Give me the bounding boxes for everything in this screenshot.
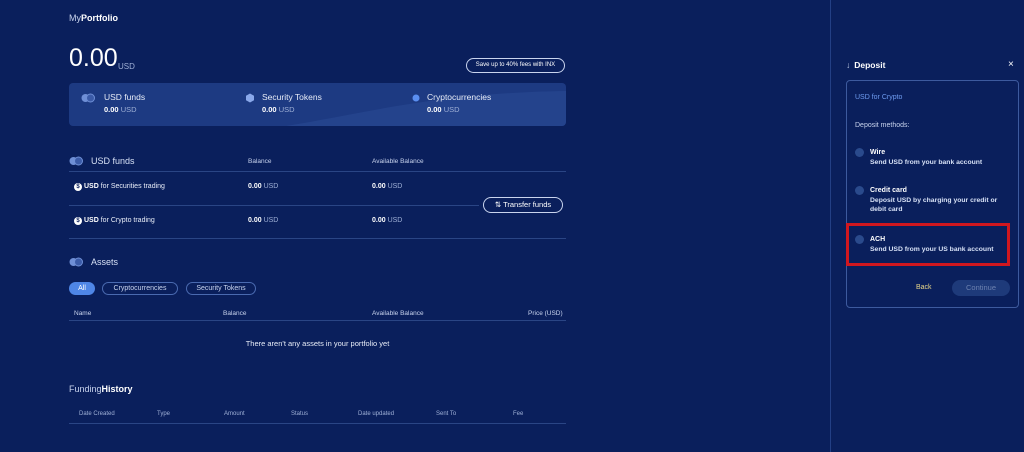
divider [69, 171, 566, 172]
summary-cryptocurrencies-value: 0.00 USD [427, 105, 460, 114]
history-col-fee: Fee [513, 411, 524, 417]
divider [69, 238, 566, 239]
assets-title: Assets [91, 257, 119, 267]
filter-all[interactable]: All [69, 282, 95, 295]
history-col-sent-to: Sent To [436, 411, 457, 417]
summary-card: USD funds 0.00 USD Security Tokens 0.00 … [69, 83, 566, 126]
usd-row-crypto-available: 0.00 USD [372, 217, 403, 224]
assets-empty-message: There aren't any assets in your portfoli… [245, 339, 390, 348]
history-col-type: Type [157, 411, 171, 417]
radio-credit-card[interactable] [855, 186, 864, 195]
coins-icon [69, 156, 83, 166]
dot-icon [412, 94, 420, 102]
summary-security-tokens-label: Security Tokens [262, 92, 322, 102]
continue-button[interactable]: Continue [952, 280, 1010, 296]
assets-col-price: Price (USD) [528, 310, 563, 317]
total-balance: 0.00 [69, 44, 118, 72]
assets-col-name: Name [74, 310, 92, 317]
history-col-date-updated: Date updated [358, 411, 395, 417]
close-icon[interactable]: × [1008, 59, 1014, 70]
usd-row-securities-label: USD for Securities trading [84, 183, 165, 190]
radio-wire[interactable] [855, 148, 864, 157]
divider [69, 320, 566, 321]
usd-funds-col-available: Available Balance [372, 158, 424, 165]
divider [69, 423, 566, 424]
assets-col-balance: Balance [223, 310, 247, 317]
usd-row-securities-available: 0.00 USD [372, 183, 403, 190]
dollar-icon: $ [74, 217, 82, 225]
summary-cryptocurrencies-label: Cryptocurrencies [427, 92, 492, 102]
total-balance-currency: USD [118, 62, 135, 71]
usd-row-securities-balance: 0.00 USD [248, 183, 279, 190]
ach-highlight-box [846, 223, 1010, 266]
coins-icon [81, 93, 95, 103]
deposit-subtitle: USD for Crypto [855, 94, 903, 101]
option-credit-card-desc: Deposit USD by charging your credit or d… [870, 197, 998, 213]
usd-funds-title: USD funds [91, 156, 135, 166]
assets-icon [69, 257, 83, 267]
divider [69, 205, 479, 206]
dollar-icon: $ [74, 183, 82, 191]
page-title: MyPortfolio [69, 13, 118, 23]
hexagon-icon [246, 93, 254, 103]
deposit-title: ↓ Deposit [846, 60, 886, 70]
option-credit-card-title: Credit card [870, 187, 907, 194]
decorative-wave [286, 91, 566, 126]
history-title: FundingHistory [69, 384, 133, 394]
history-col-amount: Amount [224, 411, 245, 417]
summary-security-tokens-value: 0.00 USD [262, 105, 295, 114]
filter-cryptocurrencies[interactable]: Cryptocurrencies [102, 282, 178, 295]
summary-usd-funds-label: USD funds [104, 92, 146, 102]
assets-col-available: Available Balance [372, 310, 424, 317]
history-col-date-created: Date Created [79, 411, 115, 417]
transfer-funds-button[interactable]: ⇅ Transfer funds [483, 197, 563, 213]
transfer-funds-label: Transfer funds [503, 200, 552, 209]
arrow-down-icon: ↓ [846, 60, 851, 70]
deposit-methods-label: Deposit methods: [855, 122, 910, 129]
option-wire-desc: Send USD from your bank account [870, 159, 983, 166]
option-wire-title: Wire [870, 149, 886, 156]
filter-security-tokens[interactable]: Security Tokens [186, 282, 256, 295]
back-button[interactable]: Back [916, 284, 932, 291]
summary-usd-funds-value: 0.00 USD [104, 105, 137, 114]
usd-row-crypto-label: USD for Crypto trading [84, 217, 155, 224]
deposit-card [846, 80, 1019, 308]
save-fees-button[interactable]: Save up to 40% fees with INX [466, 58, 565, 73]
history-col-status: Status [291, 411, 309, 417]
usd-funds-col-balance: Balance [248, 158, 272, 165]
swap-arrows-icon: ⇅ [494, 200, 502, 209]
usd-row-crypto-balance: 0.00 USD [248, 217, 279, 224]
